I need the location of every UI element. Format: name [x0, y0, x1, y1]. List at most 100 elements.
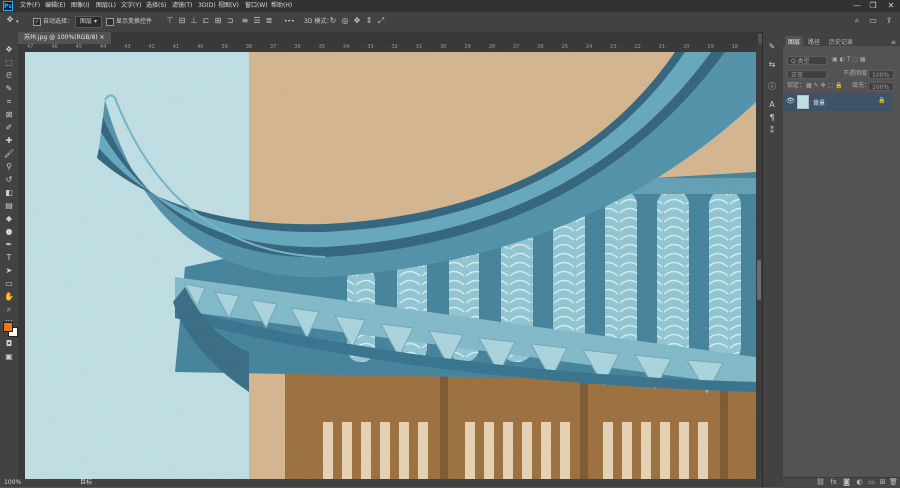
history-brush-tool-button[interactable]: ↺: [2, 174, 16, 185]
eraser-tool-button[interactable]: ◧: [2, 187, 16, 198]
fill-input[interactable]: 100%: [868, 82, 894, 91]
search-icon[interactable]: ⌕: [852, 16, 862, 26]
tab-paths[interactable]: 路径: [805, 36, 823, 50]
3d-scale-icon[interactable]: ⤢: [376, 16, 386, 26]
3d-roll-icon[interactable]: ◎: [340, 16, 350, 26]
distribute-top-icon[interactable]: ≡: [240, 16, 250, 26]
paragraph-icon[interactable]: ¶: [767, 113, 777, 123]
align-left-icon[interactable]: ⊏: [201, 16, 211, 26]
share-icon[interactable]: ⇪: [884, 16, 894, 26]
gradient-tool-button[interactable]: ▤: [2, 200, 16, 211]
restore-icon[interactable]: ❐: [866, 0, 880, 12]
ruler-tick-label: 42: [148, 44, 155, 50]
type-tool-button[interactable]: T: [2, 252, 16, 263]
adjustments-icon[interactable]: ⇆: [767, 60, 777, 70]
ruler-origin[interactable]: [18, 44, 25, 52]
ruler-tick-label: 46: [51, 44, 58, 50]
tab-history[interactable]: 历史记录: [826, 36, 856, 50]
auto-select-checkbox[interactable]: ✓ 自动选择：: [33, 16, 73, 28]
auto-select-target-dropdown[interactable]: 图层 ▾: [75, 16, 102, 28]
menu-window[interactable]: 窗口(W): [245, 0, 268, 12]
delete-layer-icon[interactable]: 🗑: [888, 477, 899, 487]
menu-edit[interactable]: 编辑(E): [45, 0, 65, 12]
add-mask-icon[interactable]: ◙: [841, 477, 852, 487]
chevron-down-icon: ▾: [93, 18, 97, 25]
menu-select[interactable]: 选择(S): [146, 0, 167, 12]
more-options-button[interactable]: •••: [284, 16, 295, 28]
blend-mode-dropdown[interactable]: 正常: [787, 70, 827, 79]
zoom-level[interactable]: 100%: [4, 479, 21, 487]
lasso-tool-button[interactable]: ᘓ: [2, 70, 16, 81]
filter-icons[interactable]: ▣ ◐ T ⬚ ▦: [832, 55, 866, 65]
pen-tool-button[interactable]: ✒: [2, 239, 16, 250]
align-right-icon[interactable]: ⊐: [225, 16, 235, 26]
show-transform-checkbox[interactable]: 显示变换控件: [106, 16, 152, 28]
layer-style-icon[interactable]: fx: [828, 477, 839, 487]
character-icon[interactable]: A: [767, 100, 777, 110]
show-transform-label: 显示变换控件: [116, 18, 153, 25]
tool-preset-chevron-icon[interactable]: ▾: [16, 16, 19, 28]
move-tool-button[interactable]: ✥: [2, 44, 16, 55]
glyphs-icon[interactable]: ⁑: [767, 126, 777, 136]
marquee-tool-button[interactable]: ⬚: [2, 57, 16, 68]
link-layers-icon[interactable]: ⛓: [815, 477, 826, 487]
align-bottom-icon[interactable]: ⊥: [189, 16, 199, 26]
distribute-center-icon[interactable]: ☰: [252, 16, 262, 26]
close-window-icon[interactable]: ✕: [884, 0, 898, 12]
minimize-icon[interactable]: —: [850, 0, 864, 12]
document-canvas[interactable]: [25, 52, 756, 479]
adjustment-layer-icon[interactable]: ◐: [854, 477, 865, 487]
3d-pan-icon[interactable]: ✥: [352, 16, 362, 26]
clone-stamp-tool-button[interactable]: ⚲: [2, 161, 16, 172]
quick-mask-icon[interactable]: ◘: [2, 338, 16, 349]
healing-brush-tool-button[interactable]: ✚: [2, 135, 16, 146]
blur-tool-button[interactable]: ◆: [2, 213, 16, 224]
3d-slide-icon[interactable]: ⇕: [364, 16, 374, 26]
menu-view[interactable]: 视图(V): [218, 0, 239, 12]
3d-rotate-icon[interactable]: ↻: [328, 16, 338, 26]
opacity-input[interactable]: 100%: [868, 70, 894, 79]
new-group-icon[interactable]: ▭: [866, 477, 877, 487]
panel-menu-icon[interactable]: ≡: [888, 36, 899, 50]
eyedropper-tool-button[interactable]: ✐: [2, 122, 16, 133]
screen-mode-icon[interactable]: ▣: [2, 351, 16, 362]
frame-tool-button[interactable]: ⊠: [2, 109, 16, 120]
tab-layers[interactable]: 图层: [785, 36, 804, 50]
info-icon[interactable]: ⓘ: [767, 82, 777, 92]
eye-icon[interactable]: 👁: [786, 97, 795, 105]
menu-3d[interactable]: 3D(D): [198, 0, 216, 12]
new-layer-icon[interactable]: ⊞: [877, 477, 888, 487]
ruler-tick-label: 44: [99, 44, 107, 50]
document-tab[interactable]: 苏州.jpg @ 100%(RGB/8) ×: [18, 32, 111, 44]
close-tab-icon[interactable]: ×: [100, 34, 105, 41]
checkbox-box-icon: [106, 17, 114, 26]
menu-image[interactable]: 图像(I): [71, 0, 89, 12]
menu-filter[interactable]: 滤镜(T): [172, 0, 192, 12]
align-horizontal-center-icon[interactable]: ⊞: [213, 16, 223, 26]
shape-tool-button[interactable]: ▭: [2, 278, 16, 289]
align-top-icon[interactable]: ⊤: [165, 16, 175, 26]
menu-help[interactable]: 帮助(H): [271, 0, 292, 12]
workspace-icon[interactable]: ▭: [868, 16, 878, 26]
photoshop-logo[interactable]: Ps: [3, 1, 13, 11]
lock-icons[interactable]: ▦ ✎ ✥ ⬚ 🔒: [806, 81, 843, 91]
menu-layer[interactable]: 图层(L): [96, 0, 116, 12]
ruler-tick-label: 43: [124, 44, 131, 50]
hand-tool-button[interactable]: ✋: [2, 291, 16, 302]
menu-type[interactable]: 文字(Y): [121, 0, 141, 12]
dodge-tool-button[interactable]: ●: [2, 226, 16, 237]
distribute-bottom-icon[interactable]: ≣: [264, 16, 274, 26]
foreground-color-swatch[interactable]: [3, 322, 13, 332]
scrollbar-thumb[interactable]: [757, 260, 761, 300]
crop-tool-button[interactable]: ⌗: [2, 96, 16, 107]
layer-name[interactable]: 背景: [813, 98, 825, 107]
align-vertical-center-icon[interactable]: ⊟: [177, 16, 187, 26]
move-tool-icon[interactable]: ✥: [5, 15, 15, 25]
path-select-tool-button[interactable]: ➤: [2, 265, 16, 276]
layer-kind-filter[interactable]: Q 类型: [787, 56, 827, 65]
quick-select-tool-button[interactable]: ✎: [2, 83, 16, 94]
menu-file[interactable]: 文件(F): [20, 0, 40, 12]
brush-settings-icon[interactable]: ✎: [767, 42, 777, 52]
brush-tool-button[interactable]: 🖌: [2, 148, 16, 159]
layer-thumbnail[interactable]: [797, 95, 809, 109]
